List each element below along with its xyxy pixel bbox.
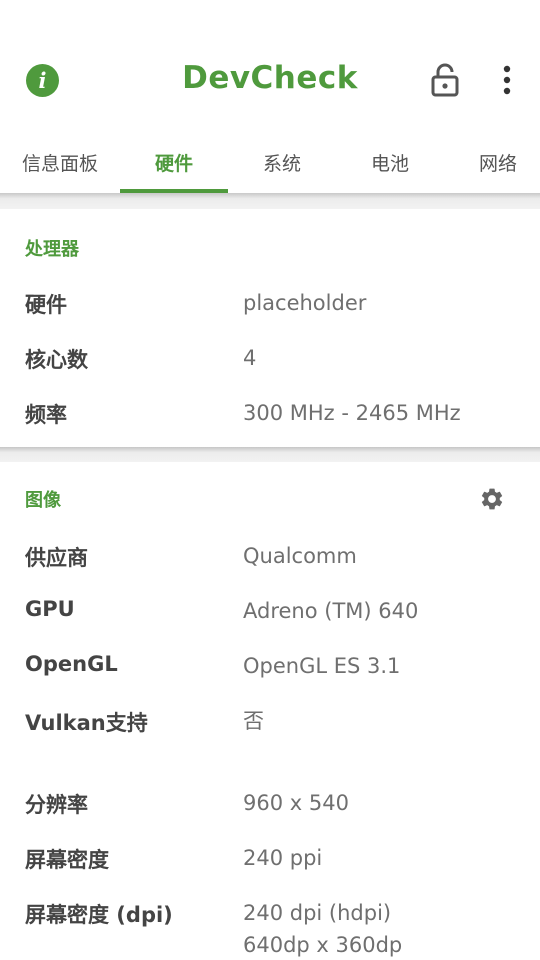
- row-label-density-dpi: 屏幕密度 (dpi): [25, 903, 173, 927]
- gear-icon[interactable]: [479, 486, 505, 512]
- tab-dashboard[interactable]: 信息面板: [0, 130, 120, 194]
- tab-system[interactable]: 系统: [228, 130, 336, 194]
- app-bar: i DevCheck: [0, 0, 540, 130]
- tab-battery[interactable]: 电池: [336, 130, 444, 194]
- divider: [0, 193, 540, 209]
- row-value-resolution: 960 x 540: [243, 791, 349, 815]
- row-value-density-dpi: 240 dpi (hdpi): [243, 901, 392, 925]
- row-value-hardware: placeholder: [243, 291, 367, 315]
- row-value-frequency: 300 MHz - 2465 MHz: [243, 401, 461, 425]
- card-divider: [0, 447, 540, 462]
- row-value-vendor: Qualcomm: [243, 544, 357, 568]
- row-label-cores: 核心数: [25, 348, 88, 372]
- row-label-resolution: 分辨率: [25, 793, 88, 817]
- row-value-cores: 4: [243, 346, 257, 370]
- row-label-vulkan: Vulkan支持: [25, 711, 148, 735]
- section-title-graphics: 图像: [25, 490, 61, 511]
- row-value-opengl: OpenGL ES 3.1: [243, 654, 401, 678]
- row-label-vendor: 供应商: [25, 546, 88, 570]
- tab-network[interactable]: 网络: [444, 130, 540, 194]
- section-title-processor: 处理器: [25, 239, 79, 260]
- tab-hardware[interactable]: 硬件: [120, 130, 228, 194]
- row-label-hardware: 硬件: [25, 293, 67, 317]
- processor-card: 处理器 硬件 placeholder 核心数 4 频率 300 MHz - 24…: [0, 209, 540, 447]
- row-value-vulkan: 否: [243, 709, 264, 733]
- graphics-card: 图像 供应商 Qualcomm GPU Adreno (TM) 640 Open…: [0, 462, 540, 960]
- row-label-opengl: OpenGL: [25, 652, 118, 676]
- row-value-density-dp: 640dp x 360dp: [243, 933, 403, 957]
- tab-bar: 信息面板 硬件 系统 电池 网络: [0, 130, 540, 194]
- row-value-gpu: Adreno (TM) 640: [243, 599, 419, 623]
- row-value-density: 240 ppi: [243, 846, 323, 870]
- more-vert-icon[interactable]: [496, 64, 518, 98]
- row-label-gpu: GPU: [25, 597, 75, 621]
- row-label-frequency: 频率: [25, 403, 67, 427]
- row-label-density: 屏幕密度: [25, 848, 109, 872]
- lock-icon[interactable]: [428, 62, 462, 98]
